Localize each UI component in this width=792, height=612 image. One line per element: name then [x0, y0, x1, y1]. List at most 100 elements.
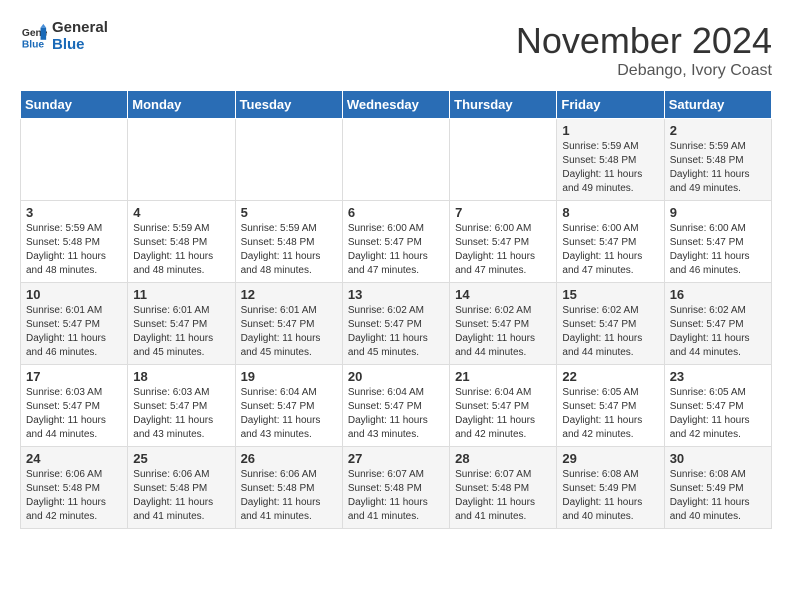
day-info: Sunrise: 6:01 AM Sunset: 5:47 PM Dayligh… — [133, 304, 229, 360]
day-info: Sunrise: 6:02 AM Sunset: 5:47 PM Dayligh… — [348, 304, 444, 360]
day-number: 1 — [562, 123, 658, 138]
calendar-cell: 23Sunrise: 6:05 AM Sunset: 5:47 PM Dayli… — [664, 365, 771, 447]
day-info: Sunrise: 6:04 AM Sunset: 5:47 PM Dayligh… — [348, 386, 444, 442]
calendar-cell: 10Sunrise: 6:01 AM Sunset: 5:47 PM Dayli… — [21, 283, 128, 365]
logo-icon: General Blue — [20, 23, 48, 51]
day-number: 30 — [670, 451, 766, 466]
calendar-cell: 4 Sunrise: 5:59 AM Sunset: 5:48 PM Daylig… — [128, 201, 235, 283]
day-number: 9 — [670, 205, 766, 220]
calendar-week-row: 1 Sunrise: 5:59 AM Sunset: 5:48 PM Daylig… — [21, 119, 772, 201]
calendar-cell: 18 Sunrise: 6:03 AM Sunset: 5:47 PM Dayli… — [128, 365, 235, 447]
day-info: Sunrise: 6:06 AM Sunset: 5:48 PM Dayligh… — [133, 468, 229, 524]
calendar-cell — [450, 119, 557, 201]
calendar-cell: 29 Sunrise: 6:08 AM Sunset: 5:49 PM Dayli… — [557, 447, 664, 529]
day-number: 4 — [133, 205, 229, 220]
day-info: Sunrise: 5:59 AM Sunset: 5:48 PM Dayligh… — [133, 222, 229, 278]
calendar-cell: 1 Sunrise: 5:59 AM Sunset: 5:48 PM Daylig… — [557, 119, 664, 201]
day-number: 7 — [455, 205, 551, 220]
day-info: Sunrise: 6:00 AM Sunset: 5:47 PM Dayligh… — [670, 222, 766, 278]
day-info: Sunrise: 5:59 AM Sunset: 5:48 PM Dayligh… — [241, 222, 337, 278]
calendar-cell — [128, 119, 235, 201]
calendar-cell: 13 Sunrise: 6:02 AM Sunset: 5:47 PM Dayli… — [342, 283, 449, 365]
day-info: Sunrise: 6:03 AM Sunset: 5:47 PM Dayligh… — [133, 386, 229, 442]
day-info: Sunrise: 5:59 AM Sunset: 5:48 PM Dayligh… — [670, 140, 766, 196]
calendar-cell: 26 Sunrise: 6:06 AM Sunset: 5:48 PM Dayli… — [235, 447, 342, 529]
day-number: 18 — [133, 369, 229, 384]
day-info: Sunrise: 6:03 AM Sunset: 5:47 PM Dayligh… — [26, 386, 122, 442]
day-info: Sunrise: 6:02 AM Sunset: 5:47 PM Dayligh… — [562, 304, 658, 360]
day-info: Sunrise: 6:06 AM Sunset: 5:48 PM Dayligh… — [241, 468, 337, 524]
day-info: Sunrise: 5:59 AM Sunset: 5:48 PM Dayligh… — [26, 222, 122, 278]
day-number: 24 — [26, 451, 122, 466]
calendar-cell: 22Sunrise: 6:05 AM Sunset: 5:47 PM Dayli… — [557, 365, 664, 447]
day-number: 14 — [455, 287, 551, 302]
day-info: Sunrise: 6:00 AM Sunset: 5:47 PM Dayligh… — [562, 222, 658, 278]
calendar-cell: 3 Sunrise: 5:59 AM Sunset: 5:48 PM Daylig… — [21, 201, 128, 283]
calendar-cell: 21 Sunrise: 6:04 AM Sunset: 5:47 PM Dayli… — [450, 365, 557, 447]
day-number: 21 — [455, 369, 551, 384]
calendar-week-row: 3 Sunrise: 5:59 AM Sunset: 5:48 PM Daylig… — [21, 201, 772, 283]
weekday-header: Friday — [557, 91, 664, 119]
weekday-header: Thursday — [450, 91, 557, 119]
logo-text-blue: Blue — [52, 37, 108, 54]
calendar-cell: 7 Sunrise: 6:00 AM Sunset: 5:47 PM Daylig… — [450, 201, 557, 283]
day-info: Sunrise: 6:01 AM Sunset: 5:47 PM Dayligh… — [26, 304, 122, 360]
day-info: Sunrise: 6:04 AM Sunset: 5:47 PM Dayligh… — [241, 386, 337, 442]
calendar-cell — [21, 119, 128, 201]
calendar-week-row: 17 Sunrise: 6:03 AM Sunset: 5:47 PM Dayli… — [21, 365, 772, 447]
weekday-header: Wednesday — [342, 91, 449, 119]
weekday-header: Tuesday — [235, 91, 342, 119]
day-number: 27 — [348, 451, 444, 466]
calendar-cell: 25 Sunrise: 6:06 AM Sunset: 5:48 PM Dayli… — [128, 447, 235, 529]
calendar-week-row: 10Sunrise: 6:01 AM Sunset: 5:47 PM Dayli… — [21, 283, 772, 365]
day-info: Sunrise: 6:02 AM Sunset: 5:47 PM Dayligh… — [455, 304, 551, 360]
day-number: 26 — [241, 451, 337, 466]
day-number: 15 — [562, 287, 658, 302]
logo-text-general: General — [52, 20, 108, 37]
day-info: Sunrise: 6:04 AM Sunset: 5:47 PM Dayligh… — [455, 386, 551, 442]
day-info: Sunrise: 6:00 AM Sunset: 5:47 PM Dayligh… — [348, 222, 444, 278]
title-block: November 2024 Debango, Ivory Coast — [516, 20, 772, 80]
day-number: 12 — [241, 287, 337, 302]
day-number: 11 — [133, 287, 229, 302]
calendar-cell: 5Sunrise: 5:59 AM Sunset: 5:48 PM Daylig… — [235, 201, 342, 283]
calendar-cell: 6 Sunrise: 6:00 AM Sunset: 5:47 PM Daylig… — [342, 201, 449, 283]
day-number: 20 — [348, 369, 444, 384]
day-number: 3 — [26, 205, 122, 220]
calendar-cell — [342, 119, 449, 201]
day-info: Sunrise: 6:06 AM Sunset: 5:48 PM Dayligh… — [26, 468, 122, 524]
day-number: 22 — [562, 369, 658, 384]
calendar-cell: 30 Sunrise: 6:08 AM Sunset: 5:49 PM Dayli… — [664, 447, 771, 529]
day-info: Sunrise: 5:59 AM Sunset: 5:48 PM Dayligh… — [562, 140, 658, 196]
calendar-cell: 19Sunrise: 6:04 AM Sunset: 5:47 PM Dayli… — [235, 365, 342, 447]
day-number: 17 — [26, 369, 122, 384]
calendar-week-row: 24 Sunrise: 6:06 AM Sunset: 5:48 PM Dayli… — [21, 447, 772, 529]
location: Debango, Ivory Coast — [516, 62, 772, 80]
day-number: 13 — [348, 287, 444, 302]
day-info: Sunrise: 6:00 AM Sunset: 5:47 PM Dayligh… — [455, 222, 551, 278]
day-info: Sunrise: 6:08 AM Sunset: 5:49 PM Dayligh… — [670, 468, 766, 524]
svg-text:Blue: Blue — [22, 39, 45, 50]
weekday-header: Sunday — [21, 91, 128, 119]
day-info: Sunrise: 6:01 AM Sunset: 5:47 PM Dayligh… — [241, 304, 337, 360]
calendar-cell: 2 Sunrise: 5:59 AM Sunset: 5:48 PM Daylig… — [664, 119, 771, 201]
calendar-cell: 11 Sunrise: 6:01 AM Sunset: 5:47 PM Dayli… — [128, 283, 235, 365]
day-info: Sunrise: 6:05 AM Sunset: 5:47 PM Dayligh… — [670, 386, 766, 442]
weekday-header: Saturday — [664, 91, 771, 119]
day-number: 6 — [348, 205, 444, 220]
day-info: Sunrise: 6:08 AM Sunset: 5:49 PM Dayligh… — [562, 468, 658, 524]
calendar-table: SundayMondayTuesdayWednesdayThursdayFrid… — [20, 90, 772, 529]
month-title: November 2024 — [516, 20, 772, 62]
calendar-cell: 16Sunrise: 6:02 AM Sunset: 5:47 PM Dayli… — [664, 283, 771, 365]
calendar-cell: 15 Sunrise: 6:02 AM Sunset: 5:47 PM Dayli… — [557, 283, 664, 365]
day-number: 25 — [133, 451, 229, 466]
day-number: 2 — [670, 123, 766, 138]
calendar-cell: 27Sunrise: 6:07 AM Sunset: 5:48 PM Dayli… — [342, 447, 449, 529]
page-header: General Blue General Blue November 2024 … — [20, 20, 772, 80]
day-number: 8 — [562, 205, 658, 220]
calendar-cell — [235, 119, 342, 201]
calendar-cell: 12 Sunrise: 6:01 AM Sunset: 5:47 PM Dayli… — [235, 283, 342, 365]
calendar-cell: 20 Sunrise: 6:04 AM Sunset: 5:47 PM Dayli… — [342, 365, 449, 447]
calendar-cell: 28Sunrise: 6:07 AM Sunset: 5:48 PM Dayli… — [450, 447, 557, 529]
day-number: 29 — [562, 451, 658, 466]
